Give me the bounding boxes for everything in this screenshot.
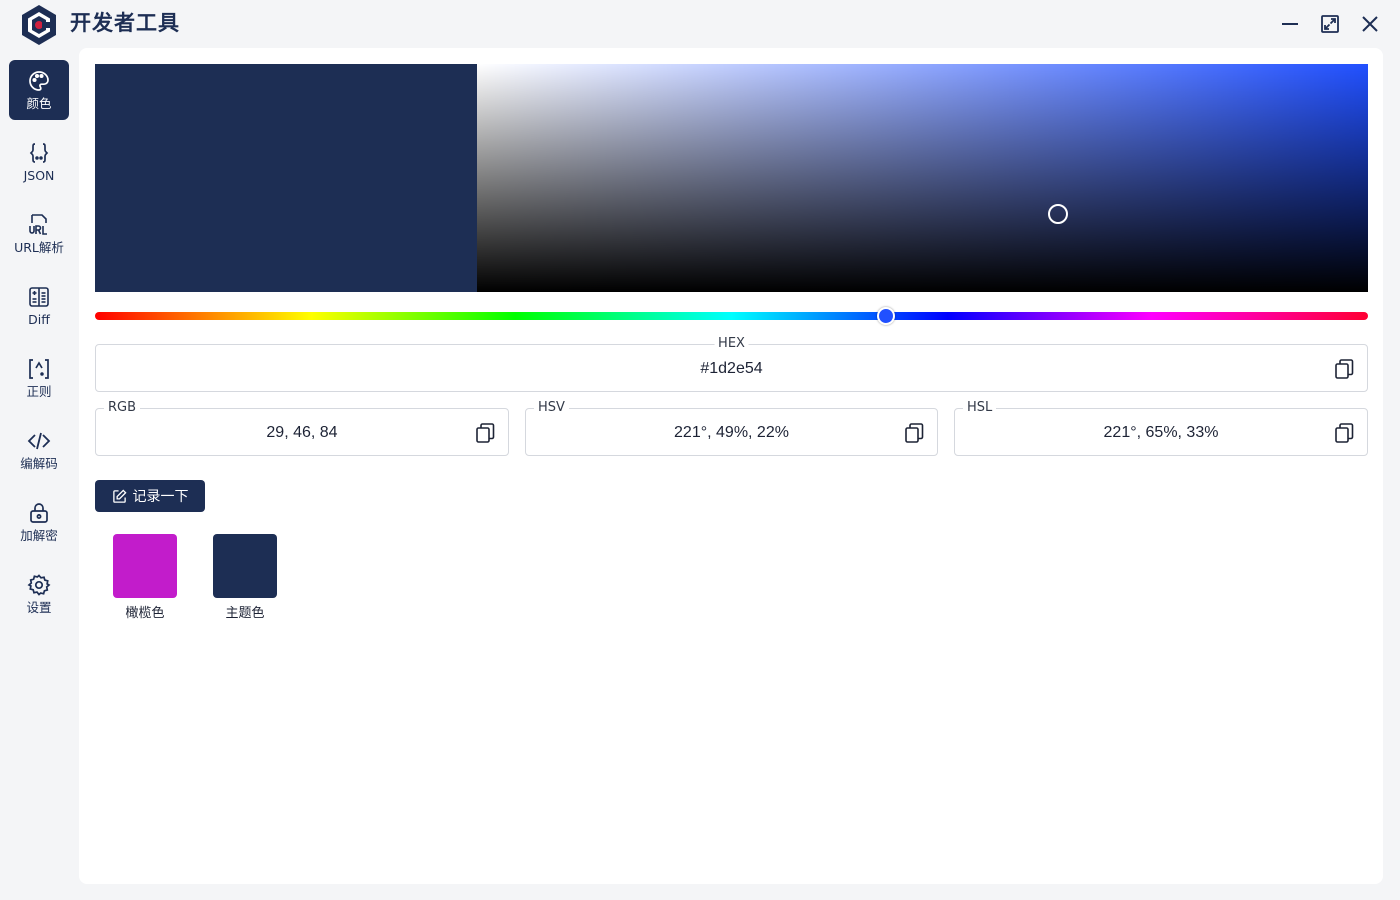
color-preview <box>95 64 477 292</box>
hue-slider-thumb[interactable] <box>877 307 895 325</box>
rgb-input[interactable] <box>136 421 468 445</box>
sidebar-item-codec[interactable]: 编解码 <box>9 420 69 480</box>
hex-input[interactable] <box>136 357 1327 381</box>
app-title: 开发者工具 <box>70 11 180 35</box>
value-gradient <box>477 64 1368 292</box>
minimize-icon <box>1282 23 1298 25</box>
app-logo-icon <box>22 5 56 45</box>
hue-slider[interactable] <box>95 307 1368 325</box>
hsv-label: HSV <box>534 401 569 415</box>
hex-copy-button[interactable] <box>1333 358 1355 380</box>
copy-icon <box>905 423 924 443</box>
copy-icon <box>1335 423 1354 443</box>
hsv-copy-button[interactable] <box>903 422 925 444</box>
minimize-button[interactable] <box>1278 12 1302 36</box>
color-picker-cursor[interactable] <box>1048 204 1068 224</box>
sidebar-item-diff[interactable]: Diff <box>9 276 69 336</box>
swatch-label: 主题色 <box>225 606 265 621</box>
palette-icon <box>29 70 49 91</box>
diff-icon <box>29 286 49 307</box>
gear-icon <box>27 573 51 596</box>
rgb-label: RGB <box>104 401 141 415</box>
hex-field: HEX <box>95 337 1368 392</box>
sidebar-item-label: 正则 <box>26 383 52 399</box>
sidebar-item-crypto[interactable]: 加解密 <box>9 492 69 552</box>
swatch-color <box>113 534 177 598</box>
close-button[interactable] <box>1358 12 1382 36</box>
title-bar: 开发者工具 <box>0 0 1400 48</box>
sidebar-item-regex[interactable]: 正则 <box>9 348 69 408</box>
regex-icon <box>29 358 49 379</box>
close-icon <box>1362 16 1378 32</box>
sidebar-item-label: JSON <box>23 167 55 183</box>
hex-label: HEX <box>714 337 749 351</box>
saved-swatch[interactable]: 主题色 <box>213 534 277 621</box>
sidebar-item-url[interactable]: URL解析 <box>9 204 69 264</box>
sidebar-item-label: 设置 <box>26 599 52 615</box>
sidebar-item-settings[interactable]: 设置 <box>9 564 69 624</box>
record-button-label: 记录一下 <box>132 489 189 505</box>
sidebar-item-label: Diff <box>28 311 50 327</box>
sidebar-item-json[interactable]: JSON <box>9 132 69 192</box>
copy-icon <box>476 423 495 443</box>
maximize-icon <box>1321 15 1339 33</box>
swatch-label: 橄榄色 <box>125 606 165 621</box>
sidebar-item-label: 加解密 <box>20 527 58 543</box>
rgb-copy-button[interactable] <box>474 422 496 444</box>
lock-icon <box>30 502 48 523</box>
saturation-value-area[interactable] <box>477 64 1368 292</box>
sidebar-item-label: URL解析 <box>14 239 64 255</box>
sidebar-item-label: 颜色 <box>26 95 52 111</box>
hsv-input[interactable] <box>566 421 897 445</box>
hsv-field: HSV <box>525 401 938 456</box>
copy-icon <box>1335 359 1354 379</box>
sidebar-item-color[interactable]: 颜色 <box>9 60 69 120</box>
code-icon <box>27 432 51 449</box>
url-icon <box>29 213 47 235</box>
color-tool-panel: HEX RGB HSV HSL <box>79 48 1383 884</box>
hsl-copy-button[interactable] <box>1333 422 1355 444</box>
edit-icon <box>112 488 127 503</box>
sidebar-item-label: 编解码 <box>20 455 58 471</box>
braces-icon <box>29 142 49 163</box>
record-button[interactable]: 记录一下 <box>95 480 205 512</box>
hsl-input[interactable] <box>995 421 1327 445</box>
maximize-button[interactable] <box>1318 12 1342 36</box>
hsl-field: HSL <box>954 401 1368 456</box>
rgb-field: RGB <box>95 401 509 456</box>
saved-swatch[interactable]: 橄榄色 <box>113 534 177 621</box>
hsl-label: HSL <box>963 401 997 415</box>
swatch-color <box>213 534 277 598</box>
